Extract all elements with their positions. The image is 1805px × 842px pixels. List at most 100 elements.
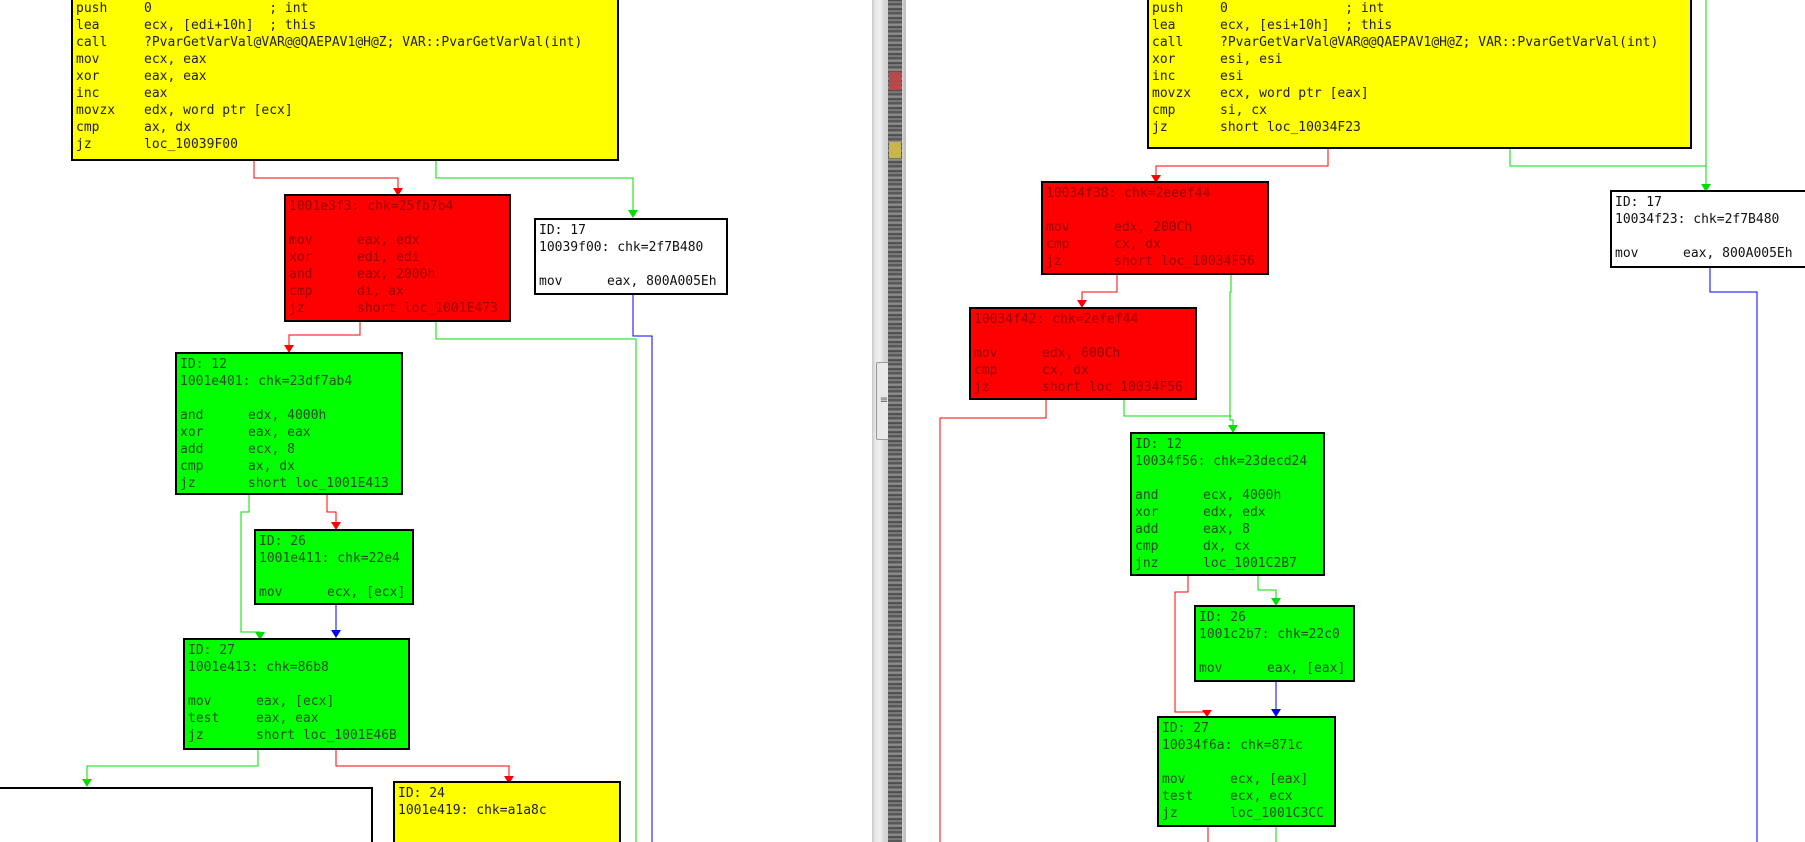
instruction-line[interactable]: mov eax, 800A005Eh [1615,245,1802,262]
block-left-top[interactable]: push 0 ; int lea ecx, [edi+10h] ; this call?… [71,0,619,161]
mnemonic: mov [259,585,283,600]
block-header-line: 10034f6a: chk=871c [1162,738,1303,753]
block-header-line: ID: 27 [188,643,235,658]
operands: short loc_10034F56 [1114,254,1255,269]
instruction-line[interactable]: cmp ax, dx [76,119,614,136]
block-left-1001e401[interactable]: ID: 12 1001e401: chk=23df7ab4 and edx, 4000… [175,352,403,495]
instruction-line[interactable]: mov ecx, eax [76,51,614,68]
instruction-line[interactable]: mov ecx, [ecx] [259,584,409,601]
instruction-line[interactable]: xor eax, eax [180,424,398,441]
block-spacer [188,676,405,693]
instruction-line[interactable]: and ecx, 4000h [1135,487,1320,504]
operands: 0 ; int [144,1,309,16]
instruction-line[interactable]: test eax, eax [188,710,405,727]
instruction-line[interactable]: cmp si, cx [1152,102,1687,119]
instruction-line[interactable]: push 0 ; int [1152,0,1687,17]
block-spacer [974,328,1192,345]
operands: eax [144,86,168,101]
instruction-line[interactable]: jnz loc_1001C2B7 [1135,555,1320,572]
block-spacer [1046,202,1264,219]
instruction-line[interactable]: jz short loc_1001E413 [180,475,398,492]
instruction-line[interactable]: test ecx, ecx [1162,788,1331,805]
instruction-line[interactable]: xor edi, edi [289,249,506,266]
mnemonic: cmp [974,363,998,378]
operands: dx, cx [1203,539,1250,554]
instruction-line[interactable]: mov edx, 600Ch [974,345,1192,362]
instruction-line[interactable]: mov edx, 200Ch [1046,219,1264,236]
instruction-line[interactable]: xor eax, eax [76,68,614,85]
mnemonic: and [1135,488,1159,503]
block-spacer [539,256,723,273]
instruction-line[interactable]: movzx edx, word ptr [ecx] [76,102,614,119]
operands: di, ax [357,284,404,299]
block-right-1001c2b7[interactable]: ID: 26 1001c2b7: chk=22c0 mov eax, [eax] [1194,605,1355,682]
block-header-line: ID: 17 [1615,195,1662,210]
mnemonic: add [1135,522,1159,537]
instruction-line[interactable]: call ?PvarGetVarVal@VAR@@QAEPAV1@H@Z; VAR… [1152,34,1687,51]
block-spacer [289,215,506,232]
mnemonic: xor [1152,52,1176,67]
instruction-line[interactable]: xor esi, esi [1152,51,1687,68]
mnemonic: and [289,267,313,282]
mnemonic: jz [76,137,92,152]
instruction-line[interactable]: cmp di, ax [289,283,506,300]
instruction-line[interactable]: push 0 ; int [76,0,614,17]
instruction-line[interactable]: jz loc_1001C3CC [1162,805,1331,822]
block-left-10039f00[interactable]: ID: 17 10039f00: chk=2f7B480 mov eax, 800A0… [534,218,728,295]
instruction-line[interactable]: jz short loc_10034F56 [1046,253,1264,270]
block-spacer [259,567,409,584]
instruction-line[interactable]: inc eax [76,85,614,102]
mnemonic: jz [180,476,196,491]
instruction-line[interactable]: mov eax, 800A005Eh [539,273,723,290]
mnemonic: movzx [1152,86,1192,101]
block-right-10034f6a[interactable]: ID: 27 10034f6a: chk=871c mov ecx, [eax] tes… [1157,716,1336,827]
overview-strip[interactable] [888,0,902,842]
instruction-line[interactable]: add eax, 8 [1135,521,1320,538]
instruction-line[interactable]: jz loc_10039F00 [76,136,614,153]
instruction-line[interactable]: mov eax, [ecx] [188,693,405,710]
instruction-line[interactable]: and eax, 2000h [289,266,506,283]
mnemonic: mov [1615,246,1639,261]
block-right-10034f38[interactable]: 10034f38: chk=2eeef44 mov edx, 200Ch cmp cx,… [1041,181,1269,275]
block-right-10034f42[interactable]: 10034f42: chk=2efef44 mov edx, 600Ch cmp cx,… [969,307,1197,400]
instruction-line[interactable]: xor edx, edx [1135,504,1320,521]
instruction-line[interactable]: lea ecx, [esi+10h] ; this [1152,17,1687,34]
instruction-line[interactable]: jz short loc_10034F56 [974,379,1192,396]
instruction-line[interactable]: cmp cx, dx [974,362,1192,379]
instruction-line[interactable]: jz short loc_10034F23 [1152,119,1687,136]
left-graph-pane[interactable]: push 0 ; int lea ecx, [edi+10h] ; this call?… [0,0,872,842]
operands: ecx, 8 [248,442,295,457]
block-right-top[interactable]: push 0 ; int lea ecx, [esi+10h] ; this call?… [1147,0,1692,149]
instruction-line[interactable]: jz short loc_1001E473 [289,300,506,317]
block-left-1001e419[interactable]: ID: 24 1001e419: chk=a1a8c [393,781,621,842]
block-header-line: ID: 12 [1135,437,1182,452]
block-left-1001e411[interactable]: ID: 26 1001e411: chk=22e4 mov ecx, [ecx] [254,529,414,605]
block-left-1001e3f3[interactable]: 1001e3f3: chk=25fb7b4 mov eax, edx xor edi, … [284,194,511,322]
instruction-line[interactable]: cmp cx, dx [1046,236,1264,253]
block-right-10034f23[interactable]: ID: 17 10034f23: chk=2f7B480 mov eax, 800A0… [1610,190,1805,268]
instruction-line[interactable]: mov ecx, [eax] [1162,771,1331,788]
instruction-line[interactable]: and edx, 4000h [180,407,398,424]
operands: eax, 800A005Eh [1683,246,1793,261]
block-left-1001e413[interactable]: ID: 27 1001e413: chk=86b8 mov eax, [ecx] tes… [183,638,410,750]
instruction-line[interactable]: mov eax, edx [289,232,506,249]
instruction-line[interactable]: cmp dx, cx [1135,538,1320,555]
instruction-line[interactable]: mov eax, [eax] [1199,660,1350,677]
mnemonic: test [188,711,220,726]
instruction-line[interactable]: cmp ax, dx [180,458,398,475]
block-header-line: ID: 24 [398,786,445,801]
operands: eax, eax [144,69,207,84]
instruction-line[interactable]: call ?PvarGetVarVal@VAR@@QAEPAV1@H@Z; VAR… [76,34,614,51]
instruction-line[interactable]: lea ecx, [edi+10h] ; this [76,17,614,34]
instruction-line[interactable]: add ecx, 8 [180,441,398,458]
instruction-line[interactable]: inc esi [1152,68,1687,85]
right-graph-pane[interactable]: push 0 ; int lea ecx, [esi+10h] ; this call?… [906,0,1805,842]
instruction-line[interactable]: jz short loc_1001E46B [188,727,405,744]
operands: loc_1001C3CC [1230,806,1324,821]
mnemonic: lea [76,18,100,33]
block-left-bottom-white[interactable] [0,787,373,842]
block-right-10034f56[interactable]: ID: 12 10034f56: chk=23decd24 and ecx, 4000… [1130,432,1325,576]
operands: eax, eax [256,711,319,726]
block-header-line: 1001e3f3: chk=25fb7b4 [289,199,454,214]
instruction-line[interactable]: movzx ecx, word ptr [eax] [1152,85,1687,102]
